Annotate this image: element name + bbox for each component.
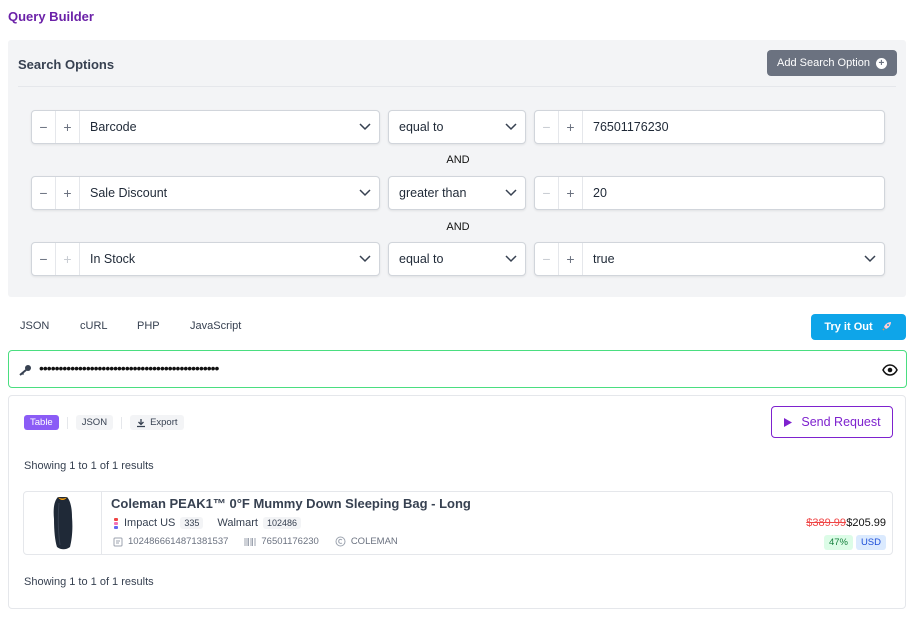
add-row-button[interactable]: +: [56, 177, 80, 209]
operator-select[interactable]: equal to: [388, 110, 526, 144]
eye-icon[interactable]: [882, 363, 898, 381]
source-name: Impact US: [124, 517, 176, 529]
and-connector: AND: [446, 154, 470, 166]
results-count-top: Showing 1 to 1 of 1 results: [24, 460, 154, 472]
value-select[interactable]: true: [583, 252, 856, 266]
operator-value: equal to: [399, 252, 444, 266]
field-select[interactable]: Barcode: [80, 120, 351, 134]
remove-row-button[interactable]: −: [32, 177, 56, 209]
chevron-down-icon[interactable]: [351, 177, 379, 209]
value-input-group: − + 20: [534, 176, 885, 210]
tab-json[interactable]: JSON: [20, 320, 49, 332]
product-card[interactable]: Coleman PEAK1™ 0°F Mummy Down Sleeping B…: [23, 491, 893, 555]
product-sources: Impact US 335 Walmart 102486: [113, 517, 301, 529]
remove-row-button[interactable]: −: [32, 111, 56, 143]
divider: [18, 86, 896, 87]
plus-circle-icon: +: [875, 57, 887, 69]
field-select-group: − + Barcode: [31, 110, 380, 144]
product-barcode: 76501176230: [261, 536, 319, 547]
tab-curl[interactable]: cURL: [80, 320, 108, 332]
chevron-down-icon: [497, 177, 525, 209]
field-select[interactable]: In Stock: [80, 252, 351, 266]
decrement-button[interactable]: −: [535, 177, 559, 209]
search-option-row: − + Barcode equal to − + 76501176230: [8, 110, 906, 144]
operator-select[interactable]: greater than: [388, 176, 526, 210]
add-row-button[interactable]: +: [56, 243, 80, 275]
store-id-badge: 102486: [262, 517, 301, 529]
chevron-down-icon: [497, 111, 525, 143]
decrement-button[interactable]: −: [535, 111, 559, 143]
chevron-down-icon[interactable]: [351, 111, 379, 143]
increment-button[interactable]: +: [559, 243, 583, 275]
sale-price: $205.99: [846, 517, 886, 529]
tab-php[interactable]: PHP: [137, 320, 160, 332]
export-label: Export: [150, 417, 178, 428]
value-input[interactable]: 76501176230: [583, 120, 884, 134]
copyright-icon: [335, 536, 346, 547]
add-search-option-button[interactable]: Add Search Option +: [767, 50, 897, 76]
field-select-group: − + Sale Discount: [31, 176, 380, 210]
key-icon: [18, 363, 32, 381]
value-select-group: − + true: [534, 242, 885, 276]
rocket-icon: [881, 320, 893, 335]
divider: [66, 416, 68, 429]
send-request-button[interactable]: Send Request: [771, 406, 893, 438]
source-count-badge: 335: [180, 517, 204, 529]
play-icon: [784, 417, 793, 427]
impact-logo-icon: [114, 517, 118, 529]
search-option-row: − + Sale Discount greater than − + 20: [8, 176, 906, 210]
field-select-group: − + In Stock: [31, 242, 380, 276]
api-key-input[interactable]: [39, 360, 859, 376]
chevron-down-icon: [497, 243, 525, 275]
tab-json-view[interactable]: JSON: [75, 415, 114, 430]
operator-select[interactable]: equal to: [388, 242, 526, 276]
remove-row-button[interactable]: −: [32, 243, 56, 275]
operator-value: greater than: [399, 186, 467, 200]
try-it-out-button[interactable]: Try it Out: [811, 314, 906, 340]
search-options-panel: Search Options Add Search Option + − + B…: [8, 40, 906, 297]
value-input-group: − + 76501176230: [534, 110, 885, 144]
add-row-button[interactable]: +: [56, 111, 80, 143]
original-price: $389.99: [806, 517, 846, 529]
operator-value: equal to: [399, 120, 444, 134]
view-tabs: Table JSON Export: [24, 415, 184, 430]
value-input[interactable]: 20: [583, 186, 884, 200]
chevron-down-icon[interactable]: [351, 243, 379, 275]
api-key-field: [8, 350, 907, 388]
product-brand: COLEMAN: [350, 536, 398, 547]
search-option-row: − + In Stock equal to − + true: [8, 242, 906, 276]
tab-table[interactable]: Table: [24, 415, 59, 430]
download-icon: [137, 418, 146, 427]
export-button[interactable]: Export: [130, 415, 184, 430]
send-request-label: Send Request: [801, 415, 881, 429]
increment-button[interactable]: +: [559, 177, 583, 209]
product-image: [24, 492, 102, 554]
discount-badge: 47%: [823, 535, 853, 550]
barcode-icon: [244, 537, 256, 546]
try-it-out-label: Try it Out: [824, 321, 873, 333]
decrement-button[interactable]: −: [535, 243, 559, 275]
field-select[interactable]: Sale Discount: [80, 186, 351, 200]
page-title: Query Builder: [8, 9, 94, 24]
product-identifiers: 1024866614871381537 76501176230 COLEMAN: [113, 536, 398, 547]
results-count-bottom: Showing 1 to 1 of 1 results: [24, 576, 154, 588]
divider: [121, 416, 123, 429]
increment-button[interactable]: +: [559, 111, 583, 143]
currency-badge: USD: [855, 535, 886, 550]
product-title[interactable]: Coleman PEAK1™ 0°F Mummy Down Sleeping B…: [111, 496, 471, 511]
store-name: Walmart: [217, 517, 258, 529]
add-search-option-label: Add Search Option: [777, 57, 870, 69]
search-options-title: Search Options: [18, 57, 115, 72]
tab-javascript[interactable]: JavaScript: [190, 320, 241, 332]
product-id: 1024866614871381537: [128, 536, 229, 547]
results-panel: Table JSON Export Send Request Showing 1…: [8, 395, 906, 609]
chevron-down-icon[interactable]: [856, 243, 884, 275]
and-connector: AND: [446, 221, 470, 233]
id-icon: [113, 537, 123, 546]
